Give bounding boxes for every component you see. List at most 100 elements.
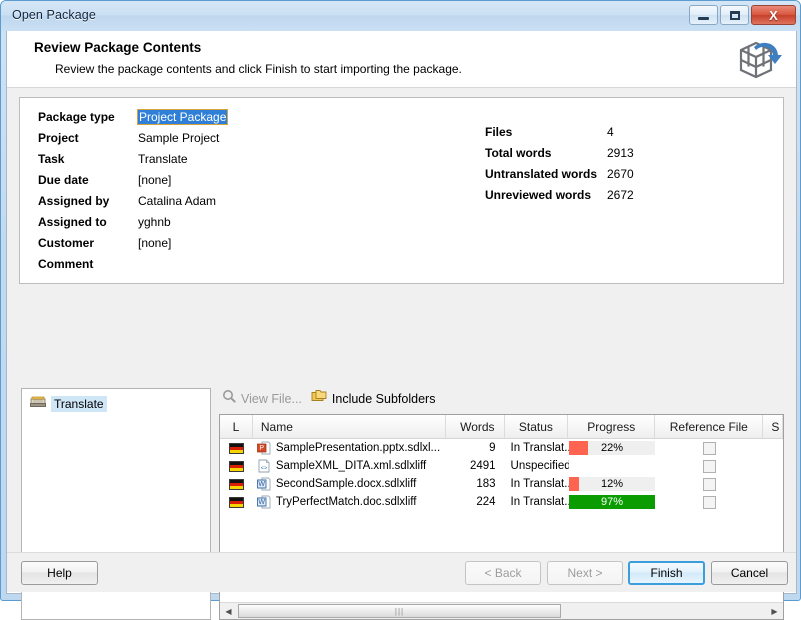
cell-s — [764, 439, 783, 457]
reference-file-checkbox[interactable] — [703, 495, 717, 509]
summary-left-column: Package type Project Package Project Sam… — [38, 106, 368, 274]
cell-name: W TryPerfectMatch.doc.sdlxliff — [253, 493, 446, 511]
summary-key: Assigned to — [38, 214, 107, 229]
help-button[interactable]: Help — [21, 561, 98, 585]
include-subfolders-label: Include Subfolders — [331, 391, 436, 406]
cell-status: Unspecified — [510, 460, 569, 472]
column-header-progress[interactable]: Progress — [568, 415, 656, 438]
cell-progress: 22% — [568, 439, 656, 457]
cell-language — [220, 439, 253, 457]
summary-row: Total words 2913 — [485, 142, 785, 163]
scrollbar-thumb[interactable]: ||| — [238, 604, 561, 618]
summary-row: Untranslated words 2670 — [485, 163, 785, 184]
scrollbar-track[interactable]: ||| — [237, 603, 766, 619]
cell-s — [764, 493, 783, 511]
flag-de-icon — [228, 496, 244, 508]
table-row[interactable]: P SamplePresentation.pptx.sdlxl... 9 In … — [220, 439, 783, 457]
file-name-label: SecondSample.docx.sdlxliff — [275, 478, 417, 490]
page-subtitle: Review the package contents and click Fi… — [55, 62, 462, 76]
svg-text:W: W — [258, 481, 265, 488]
summary-key: Total words — [485, 145, 552, 160]
table-row[interactable]: W SecondSample.docx.sdlxliff 183 In Tran… — [220, 475, 783, 493]
scroll-right-arrow-icon[interactable]: ▶ — [766, 603, 783, 619]
next-button[interactable]: Next > — [547, 561, 623, 585]
file-name-label: SamplePresentation.pptx.sdlxl... — [275, 442, 441, 454]
svg-text:W: W — [258, 499, 265, 506]
cancel-button[interactable]: Cancel — [711, 561, 788, 585]
finish-button[interactable]: Finish — [628, 561, 705, 585]
cell-s — [764, 457, 783, 475]
summary-key: Unreviewed words — [485, 187, 592, 202]
minimize-icon — [698, 16, 709, 20]
column-header-name[interactable]: Name — [253, 415, 447, 438]
page-title: Review Package Contents — [34, 40, 202, 55]
close-icon: X — [769, 7, 778, 23]
summary-row: Assigned by Catalina Adam — [38, 190, 368, 211]
progress-label: 97% — [600, 496, 623, 508]
progress-fill — [568, 441, 588, 455]
reference-file-checkbox[interactable] — [703, 441, 717, 455]
reference-file-checkbox[interactable] — [703, 477, 717, 491]
summary-key: Assigned by — [38, 193, 110, 208]
summary-row: Project Sample Project — [38, 127, 368, 148]
cell-progress: 97% — [568, 493, 656, 511]
wizard-body: Package type Project Package Project Sam… — [7, 88, 796, 620]
summary-key: Files — [485, 124, 513, 139]
minimize-button[interactable] — [689, 5, 718, 25]
files-value: 4 — [607, 124, 614, 139]
progress-label: 22% — [600, 442, 623, 454]
window-title: Open Package — [12, 8, 96, 22]
summary-row: Task Translate — [38, 148, 368, 169]
dialog-client-area: Review Package Contents Review the packa… — [6, 31, 797, 620]
dialog-footer: Help < Back Next > Finish Cancel — [7, 552, 796, 592]
cell-progress: 12% — [568, 475, 656, 493]
column-header-reference-file[interactable]: Reference File — [655, 415, 764, 438]
svg-text:<>: <> — [261, 466, 267, 472]
search-icon — [222, 389, 236, 408]
view-file-label: View File... — [241, 391, 302, 406]
column-header-words[interactable]: Words — [446, 415, 505, 438]
table-body: P SamplePresentation.pptx.sdlxl... 9 In … — [220, 439, 783, 511]
progress-label: 12% — [600, 478, 623, 490]
table-header-row: L Name Words Status Progress Reference F… — [220, 415, 783, 439]
scroll-left-arrow-icon[interactable]: ◀ — [220, 603, 237, 619]
summary-row: Assigned to yghnb — [38, 211, 368, 232]
customer-value: [none] — [138, 235, 172, 250]
column-header-s[interactable]: S — [763, 415, 783, 438]
progress-fill — [568, 477, 579, 491]
summary-row: Files 4 — [485, 121, 785, 142]
summary-key: Customer — [38, 235, 95, 250]
progress-bar: 12% — [568, 477, 656, 491]
open-package-window: Open Package X Review Package Contents R… — [0, 0, 801, 620]
maximize-button[interactable] — [720, 5, 749, 25]
project-value: Sample Project — [138, 130, 220, 145]
include-subfolders-button[interactable]: Include Subfolders — [311, 389, 436, 408]
column-header-language[interactable]: L — [220, 415, 253, 438]
unreviewed-words-value: 2672 — [607, 187, 634, 202]
summary-key: Due date — [38, 172, 89, 187]
tree-item-label: Translate — [51, 396, 107, 412]
back-button[interactable]: < Back — [465, 561, 541, 585]
view-file-button[interactable]: View File... — [222, 389, 302, 408]
total-words-value: 2913 — [607, 145, 634, 160]
subfolders-icon — [311, 389, 327, 408]
cell-reference-file — [655, 475, 763, 493]
cell-s — [764, 475, 783, 493]
horizontal-scrollbar[interactable]: ◀ ||| ▶ — [220, 602, 783, 619]
summary-key: Comment — [38, 256, 94, 271]
close-button[interactable]: X — [751, 5, 796, 25]
cell-name: <> SampleXML_DITA.xml.sdlxliff — [253, 457, 446, 475]
reference-file-checkbox[interactable] — [703, 459, 717, 473]
summary-key: Untranslated words — [485, 166, 598, 181]
file-name-label: SampleXML_DITA.xml.sdlxliff — [275, 460, 427, 472]
package-type-value[interactable]: Project Package — [136, 108, 229, 125]
table-row[interactable]: <> SampleXML_DITA.xml.sdlxliff 2491 Unsp… — [220, 457, 783, 475]
tree-item-translate[interactable]: Translate — [30, 395, 210, 413]
assigned-to-value: yghnb — [138, 214, 171, 229]
column-header-status[interactable]: Status — [505, 415, 569, 438]
table-row[interactable]: W TryPerfectMatch.doc.sdlxliff 224 In Tr… — [220, 493, 783, 511]
title-bar[interactable]: Open Package X — [1, 1, 800, 31]
xml-file-icon: <> — [257, 459, 271, 473]
cell-reference-file — [655, 457, 763, 475]
svg-text:P: P — [259, 445, 264, 452]
